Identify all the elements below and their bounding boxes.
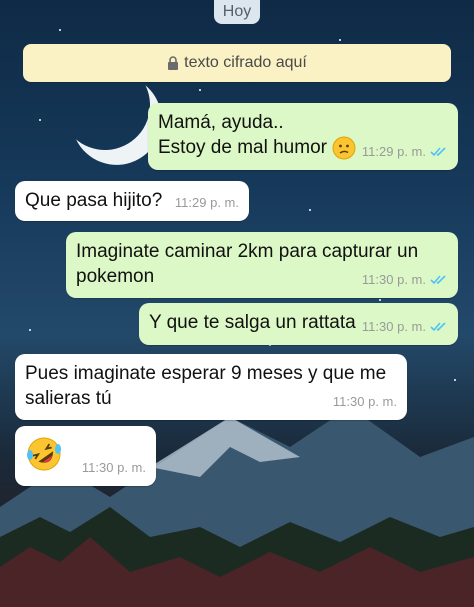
message-text: Imaginate caminar 2km para capturar un [76,241,419,262]
double-check-read-icon [430,322,446,332]
message-text: Estoy de mal humor [158,137,327,158]
message-bubble-incoming[interactable]: Pues imaginate esperar 9 meses y que me … [15,354,407,420]
message-bubble-outgoing[interactable]: Mamá, ayuda.. Estoy de mal humor 11:29 p… [148,103,458,170]
message-bubble-incoming[interactable]: 11:30 p. m. [15,426,156,486]
lock-icon [168,56,179,70]
message-text: Mamá, ayuda.. [158,112,284,133]
message-bubble-incoming[interactable]: Que pasa hijito? 11:29 p. m. [15,181,249,221]
message-time: 11:30 p. m. [361,319,426,334]
message-text: Y que te salga un rattata [149,312,356,333]
message-text: Que pasa hijito? [25,190,163,211]
message-bubble-outgoing[interactable]: Y que te salga un rattata 11:30 p. m. [139,303,458,345]
message-time: 11:30 p. m. [81,460,146,475]
encryption-banner[interactable]: texto cifrado aquí [23,44,451,82]
mountain-landscape [0,407,474,607]
message-text: Pues imaginate esperar 9 meses y que me [25,363,387,384]
double-check-read-icon [430,147,446,157]
message-bubble-outgoing[interactable]: Imaginate caminar 2km para capturar un p… [66,232,458,298]
message-time: 11:30 p. m. [332,394,397,409]
encryption-banner-text: texto cifrado aquí [184,54,307,71]
message-time: 11:30 p. m. [361,272,426,287]
confused-face-icon [332,136,356,160]
date-chip: Hoy [214,0,260,24]
double-check-read-icon [430,275,446,285]
message-time: 11:29 p. m. [174,195,239,210]
message-time: 11:29 p. m. [361,144,426,159]
rolling-on-floor-laughing-icon [27,437,61,471]
